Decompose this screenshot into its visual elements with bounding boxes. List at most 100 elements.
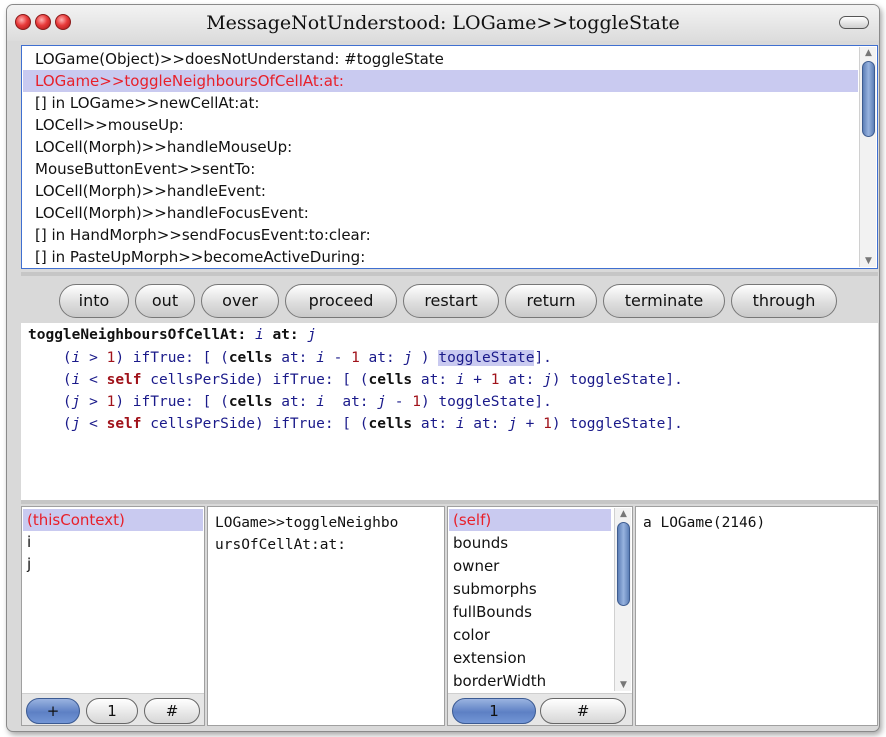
into-button[interactable]: into	[59, 284, 129, 318]
context-value-line: LOGame>>toggleNeighbo	[215, 515, 399, 531]
through-button[interactable]: through	[731, 284, 837, 318]
receiver-field[interactable]: borderWidth	[449, 670, 611, 692]
code-token: cells	[228, 350, 273, 366]
code-token: >	[80, 350, 107, 366]
method-selector: toggleNeighboursOfCellAt:	[28, 327, 247, 343]
title-bar[interactable]: MessageNotUnderstood: LOGame>>toggleStat…	[7, 5, 879, 41]
context-field[interactable]: i	[23, 531, 203, 553]
scroll-down-arrow-icon[interactable]: ▼	[860, 255, 877, 267]
out-button[interactable]: out	[135, 284, 195, 318]
code-token: at:	[464, 416, 509, 432]
stack-list[interactable]: LOGame(Object)>>doesNotUnderstand: #togg…	[21, 45, 878, 269]
context-one-button[interactable]: 1	[86, 698, 138, 724]
code-line: (j > 1) ifTrue: [ (cells at: i at: j - 1…	[28, 392, 552, 413]
stack-item-selected[interactable]: LOGame>>toggleNeighboursOfCellAt:at:	[23, 70, 858, 92]
stack-item[interactable]: LOCell(Morph)>>handleEvent:	[23, 180, 858, 202]
proceed-button[interactable]: proceed	[285, 284, 397, 318]
code-token: (	[28, 372, 72, 388]
code-token: i	[455, 372, 465, 388]
code-token: 1	[351, 350, 360, 366]
scroll-down-arrow-icon[interactable]: ▼	[615, 679, 632, 691]
code-token: ) ifTrue: [ (	[115, 350, 229, 366]
code-token: cells	[368, 416, 413, 432]
receiver-field[interactable]: color	[449, 624, 611, 646]
code-token: self	[106, 372, 142, 388]
scroll-up-arrow-icon[interactable]: ▲	[860, 47, 877, 59]
code-token: (	[28, 350, 72, 366]
code-token: ].	[534, 350, 552, 366]
code-token: j	[403, 350, 413, 366]
code-editor[interactable]: toggleNeighboursOfCellAt: i at: j ( i > 1…	[21, 323, 878, 501]
code-token: -	[386, 394, 413, 410]
stack-scroll-thumb[interactable]	[862, 61, 875, 137]
code-line: (i < self cellsPerSide) ifTrue: [ (cells…	[28, 370, 683, 391]
code-token: -	[324, 350, 352, 366]
code-token: j	[543, 372, 552, 388]
context-field-selected[interactable]: (thisContext)	[23, 509, 203, 531]
receiver-field[interactable]: owner	[449, 555, 611, 577]
stack-item[interactable]: LOCell(Morph)>>handleMouseUp:	[23, 136, 858, 158]
stack-item[interactable]: LOCell>>mouseUp:	[23, 114, 858, 136]
code-line: (i > 1) ifTrue: [ (cells at: i - 1 at: j…	[28, 348, 552, 369]
code-line: toggleNeighboursOfCellAt: i at: j	[28, 325, 316, 346]
pane-divider[interactable]	[21, 272, 878, 276]
stack-item[interactable]: LOCell(Morph)>>handleFocusEvent:	[23, 202, 858, 224]
receiver-scroll-thumb[interactable]	[617, 522, 630, 606]
receiver-value-pane[interactable]: a LOGame(2146)	[635, 506, 878, 726]
code-token: self	[106, 416, 142, 432]
return-button[interactable]: return	[505, 284, 597, 318]
code-token: ) toggleState].	[551, 416, 683, 432]
context-value-pane[interactable]: LOGame>>toggleNeighbo ursOfCellAt:at:	[207, 506, 445, 726]
code-token: >	[80, 394, 107, 410]
receiver-field[interactable]: bounds	[449, 532, 611, 554]
context-plus-button[interactable]: +	[26, 698, 80, 724]
stack-item[interactable]: [] in PasteUpMorph>>becomeActiveDuring:	[23, 246, 858, 268]
code-token: +	[464, 372, 491, 388]
code-line: (j < self cellsPerSide) ifTrue: [ (cells…	[28, 414, 683, 435]
code-token: at:	[272, 350, 317, 366]
scroll-up-arrow-icon[interactable]: ▲	[615, 508, 632, 520]
debugger-window: MessageNotUnderstood: LOGame>>toggleStat…	[6, 4, 880, 732]
code-token: ) ifTrue: [ (	[115, 394, 229, 410]
code-token: )	[412, 350, 439, 366]
receiver-field[interactable]: extension	[449, 647, 611, 669]
context-field-list[interactable]: (thisContext) i j + 1 #	[21, 506, 205, 726]
context-hash-button[interactable]: #	[144, 698, 200, 724]
code-token: at:	[412, 416, 456, 432]
restart-button[interactable]: restart	[403, 284, 499, 318]
receiver-scrollbar[interactable]: ▲ ▼	[614, 508, 631, 691]
receiver-value: a LOGame(2146)	[643, 515, 766, 531]
receiver-hash-button[interactable]: #	[540, 698, 626, 724]
code-token: +	[516, 416, 544, 432]
code-token: at:	[324, 394, 378, 410]
receiver-field[interactable]: fullBounds	[449, 601, 611, 623]
context-button-bar: + 1 #	[22, 693, 204, 725]
receiver-field[interactable]: submorphs	[449, 578, 611, 600]
stack-item[interactable]: MouseButtonEvent>>sentTo:	[23, 158, 858, 180]
collapse-button[interactable]	[839, 16, 869, 29]
terminate-button[interactable]: terminate	[603, 284, 725, 318]
code-token: at:	[412, 372, 456, 388]
code-token: cellsPerSide) ifTrue: [ (	[141, 416, 369, 432]
context-field[interactable]: j	[23, 553, 203, 575]
stack-scrollbar[interactable]: ▲ ▼	[859, 47, 876, 267]
receiver-one-button[interactable]: 1	[452, 698, 536, 724]
code-token: at:	[272, 394, 317, 410]
stack-item[interactable]: [] in HandMorph>>sendFocusEvent:to:clear…	[23, 224, 858, 246]
code-token: i	[316, 350, 325, 366]
code-token: ) toggleState].	[420, 394, 552, 410]
context-value-line: ursOfCellAt:at:	[215, 537, 346, 553]
code-token: <	[80, 416, 107, 432]
code-token: j	[307, 327, 317, 343]
receiver-field-selected[interactable]: (self)	[449, 509, 611, 531]
over-button[interactable]: over	[201, 284, 279, 318]
stack-item[interactable]: [] in LOGame>>newCellAt:at:	[23, 92, 858, 114]
code-token: at:	[272, 327, 299, 343]
highlighted-selector: toggleState	[438, 350, 535, 366]
code-token: 1	[543, 416, 552, 432]
code-token: i	[254, 327, 264, 343]
receiver-field-list[interactable]: (self) bounds owner submorphs fullBounds…	[447, 506, 633, 726]
stack-item[interactable]: LOGame(Object)>>doesNotUnderstand: #togg…	[23, 48, 858, 70]
code-token: j	[377, 394, 386, 410]
pane-divider[interactable]	[21, 500, 878, 504]
